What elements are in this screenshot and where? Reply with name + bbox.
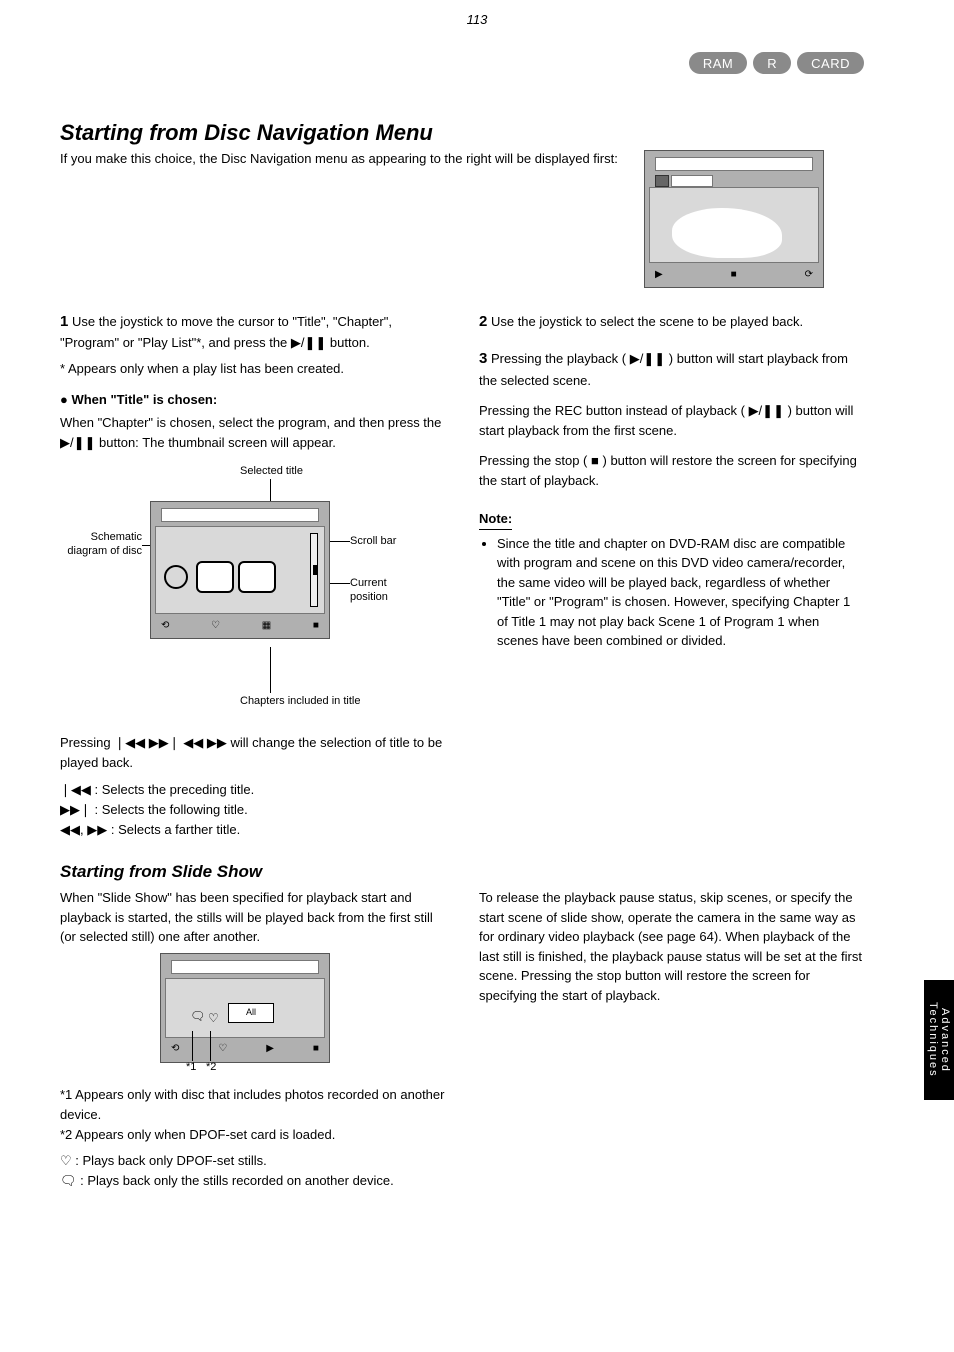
slideshow-title: Starting from Slide Show	[60, 862, 864, 882]
play-pause-icon: ▶/❚❚	[630, 351, 665, 366]
step-3: 3 Pressing the playback ( ▶/❚❚ ) button …	[479, 347, 864, 491]
figure-title-bar	[161, 508, 319, 522]
step-1-body2: button.	[330, 335, 370, 350]
skip-prev-icon: ❘◀◀	[114, 735, 145, 750]
disc-icon	[164, 565, 188, 589]
page-title: Starting from Disc Navigation Menu	[60, 120, 864, 146]
step-3-num: 3	[479, 350, 487, 367]
skip-next-icon: ▶▶❘	[149, 735, 180, 750]
slideshow-legend-a-text: : Plays back only DPOF-set stills.	[75, 1153, 266, 1168]
slideshow-foot-a: *1 Appears only with disc that includes …	[60, 1085, 445, 1125]
when-title-body: When "Chapter" is chosen, select the pro…	[60, 413, 445, 453]
step-1-num: 1	[60, 313, 68, 330]
rew-icon: ◀◀	[60, 822, 80, 837]
play-pause-icon: ▶/❚❚	[749, 403, 784, 418]
callout-asterisk-2: *2	[206, 1061, 216, 1074]
figure-disc-nav: Selected title Schematic diagram of disc…	[60, 465, 420, 725]
legend-ffrw-text: : Selects a farther title.	[111, 822, 240, 837]
step1-sel-a: When "Chapter" is chosen, select the pro…	[60, 415, 441, 430]
figure-slideshow-screen: 🗨 ♡ All ⟲♡▶■	[160, 953, 330, 1063]
slideshow-all-box: All	[228, 1003, 274, 1023]
figure-slideshow-buttons: ⟲♡▶■	[165, 1040, 325, 1058]
figure-top-menu: ▶■⟳	[644, 150, 824, 288]
page-number: 113	[0, 12, 954, 27]
tag-r: R	[753, 52, 791, 74]
stop-icon: ■	[591, 453, 599, 468]
step-2-body: Use the joystick to select the scene to …	[491, 314, 803, 329]
figure-slideshow-body: 🗨 ♡ All	[165, 978, 325, 1038]
callout-current-pos: Current position	[350, 577, 420, 603]
icon-heart-outline: ♡	[60, 1153, 72, 1168]
step-3-body-c1: Pressing the stop (	[479, 453, 587, 468]
figure-disc-nav-screen: ⟲♡▦■	[150, 501, 330, 639]
side-tab: Advanced Techniques	[924, 980, 954, 1100]
thumb-icon	[655, 175, 669, 187]
step-1: 1 Use the joystick to move the cursor to…	[60, 310, 445, 380]
tag-ram: RAM	[689, 52, 747, 74]
step1-sel-c: The thumbnail screen will appear.	[142, 435, 336, 450]
callout-scrollbar: Scroll bar	[350, 535, 396, 548]
scrollbar-thumb	[313, 565, 317, 575]
bullet-icon: ●	[60, 392, 68, 407]
slideshow-closing: To release the playback pause status, sk…	[479, 888, 864, 1005]
callout-schematic: Schematic diagram of disc	[60, 531, 142, 557]
ff-icon: ▶▶	[87, 822, 107, 837]
lead-text: If you make this choice, the Disc Naviga…	[60, 150, 624, 168]
note-body: Since the title and chapter on DVD-RAM d…	[479, 534, 864, 651]
figure-slideshow-bar	[171, 960, 319, 974]
slideshow-foot-b: *2 Appears only when DPOF-set card is lo…	[60, 1125, 445, 1145]
callout-selected-title: Selected title	[240, 465, 303, 478]
play-pause-icon: ▶/❚❚	[291, 335, 326, 350]
media-tags: RAM R CARD	[689, 52, 864, 74]
figure-top-menu-body	[649, 187, 819, 263]
icon-speech-bubble: 🗨	[60, 1173, 77, 1188]
step-3-body-b1: Pressing the REC button instead of playb…	[479, 403, 745, 418]
nav-hint-a: Pressing	[60, 735, 114, 750]
chapter-box-1	[196, 561, 234, 593]
legend-next: ▶▶❘ : Selects the following title.	[60, 800, 445, 820]
chapter-box-2	[238, 561, 276, 593]
figure-top-menu-bar	[655, 157, 813, 171]
step-1-asterisk: * Appears only when a play list has been…	[60, 359, 445, 379]
callout-chapters: Chapters included in title	[240, 695, 360, 708]
note-1: Since the title and chapter on DVD-RAM d…	[497, 534, 864, 651]
step-3-body-a1: Pressing the playback (	[491, 351, 626, 366]
callout-asterisk-1: *1	[186, 1061, 196, 1074]
thumb-label	[671, 175, 713, 187]
slideshow-legend-b: 🗨 : Plays back only the stills recorded …	[60, 1171, 445, 1191]
skip-prev-icon: ❘◀◀	[60, 782, 91, 797]
icon-heart: ♡	[208, 1009, 219, 1027]
legend-ffrw: ◀◀, ▶▶ : Selects a farther title.	[60, 820, 445, 840]
step-2-num: 2	[479, 313, 487, 330]
slideshow-legend-b-text: : Plays back only the stills recorded on…	[80, 1173, 394, 1188]
step-2: 2 Use the joystick to select the scene t…	[479, 310, 864, 333]
play-pause-icon: ▶/❚❚	[60, 435, 95, 450]
ff-icon: ▶▶	[207, 735, 227, 750]
figure-slideshow: 🗨 ♡ All ⟲♡▶■ *1 *2	[60, 953, 400, 1085]
figure-disc-nav-buttons: ⟲♡▦■	[155, 616, 325, 634]
slideshow-legend-a: ♡ : Plays back only DPOF-set stills.	[60, 1151, 445, 1171]
nav-hint: Pressing ❘◀◀ ▶▶❘ ◀◀ ▶▶ will change the s…	[60, 733, 445, 773]
icon-speech: 🗨	[190, 1007, 205, 1025]
legend-prev-text: : Selects the preceding title.	[95, 782, 255, 797]
figure-disc-nav-body	[155, 526, 325, 614]
figure-top-menu-buttons: ▶■⟳	[649, 265, 819, 283]
tag-card: CARD	[797, 52, 864, 74]
figure-bird-shape	[672, 208, 782, 258]
note-heading: Note:	[479, 509, 512, 530]
legend-next-text: : Selects the following title.	[95, 802, 248, 817]
rew-icon: ◀◀	[183, 735, 203, 750]
legend-prev: ❘◀◀ : Selects the preceding title.	[60, 780, 445, 800]
step1-sel-b: button:	[99, 435, 139, 450]
slideshow-lead: When "Slide Show" has been specified for…	[60, 888, 445, 947]
when-title-head: ● When "Title" is chosen:	[60, 390, 445, 410]
skip-next-icon: ▶▶❘	[60, 802, 91, 817]
